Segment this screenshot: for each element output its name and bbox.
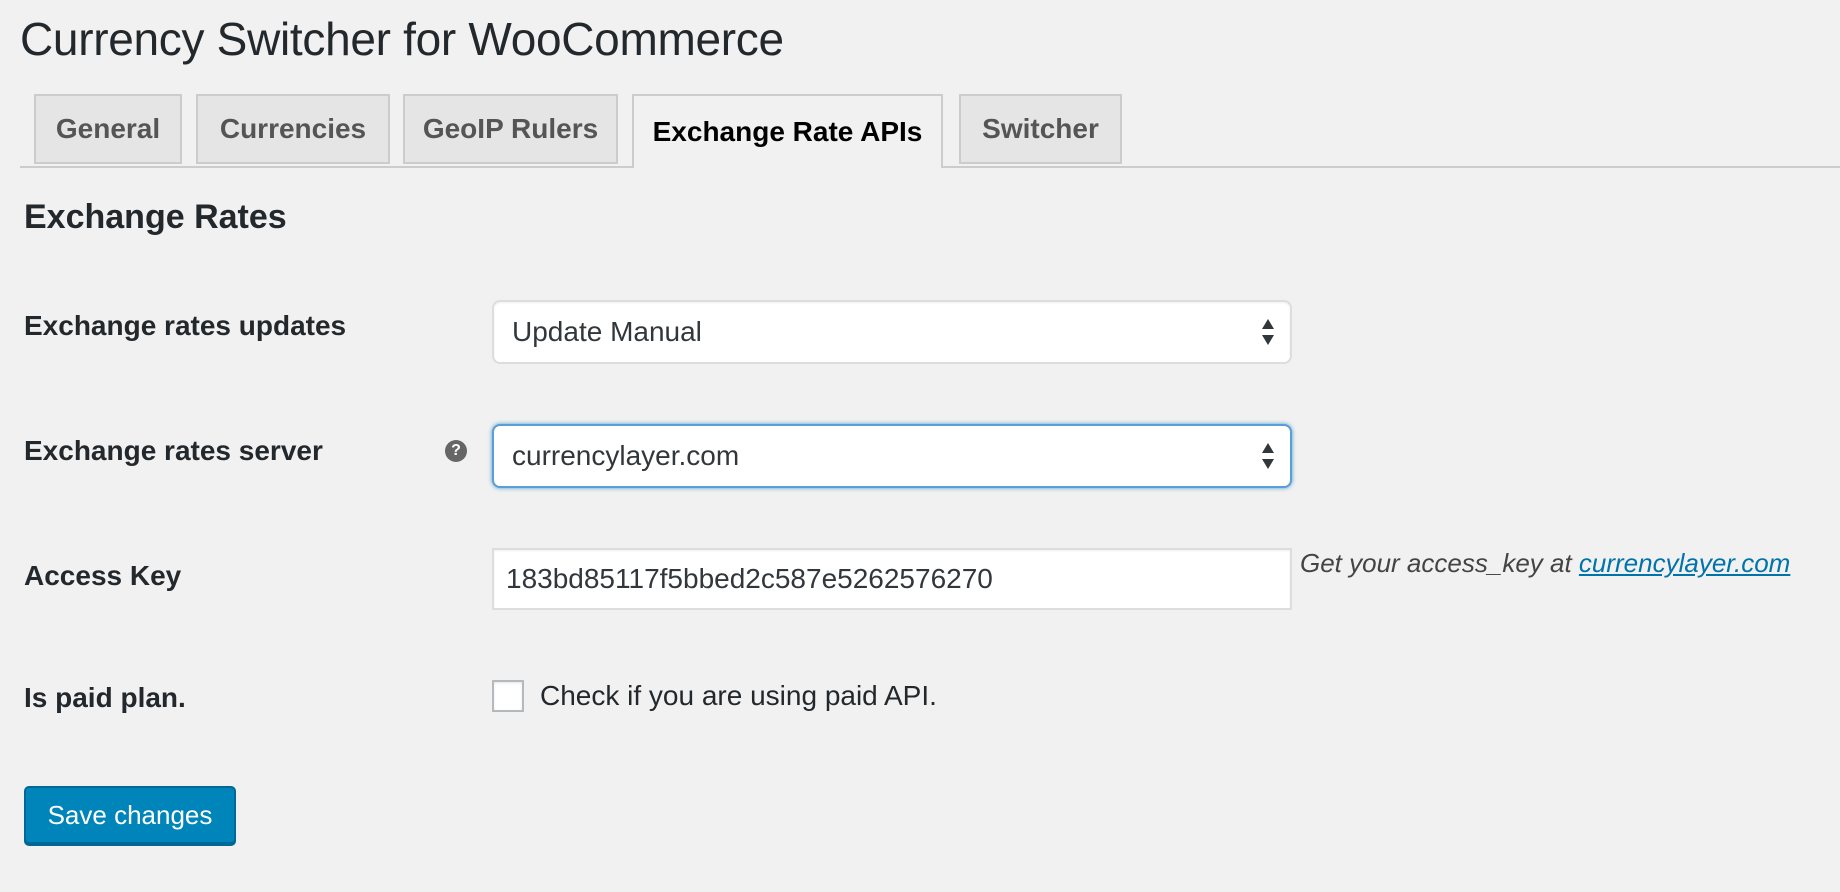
- tab-switcher[interactable]: Switcher: [959, 94, 1122, 164]
- access-key-label: Access Key: [24, 560, 182, 591]
- tab-exchange-rate-apis[interactable]: Exchange Rate APIs: [632, 94, 943, 168]
- exchange-rates-server-label: Exchange rates server: [24, 435, 323, 466]
- access-key-description: Get your access_key at currencylayer.com: [1300, 548, 1790, 579]
- paid-plan-checkbox-label[interactable]: Check if you are using paid API.: [540, 680, 937, 712]
- access-key-input[interactable]: [492, 548, 1292, 610]
- exchange-rates-updates-value: Update Manual: [512, 316, 702, 347]
- updown-arrows-icon: [1262, 443, 1274, 469]
- exchange-rates-server-select[interactable]: currencylayer.com: [492, 424, 1292, 488]
- paid-plan-checkbox[interactable]: [492, 680, 524, 712]
- exchange-rates-updates-select[interactable]: Update Manual: [492, 300, 1292, 364]
- nav-tabs: General Currencies GeoIP Rulers Exchange…: [20, 94, 1840, 168]
- tab-currencies[interactable]: Currencies: [196, 94, 390, 164]
- save-changes-button[interactable]: Save changes: [24, 786, 236, 844]
- access-key-description-text: Get your access_key at: [1300, 548, 1579, 578]
- currencylayer-link[interactable]: currencylayer.com: [1579, 548, 1790, 578]
- exchange-rates-updates-label: Exchange rates updates: [24, 310, 347, 341]
- tab-general[interactable]: General: [34, 94, 182, 164]
- updown-arrows-icon: [1262, 319, 1274, 345]
- question-circle-icon[interactable]: ?: [445, 440, 467, 462]
- paid-plan-label: Is paid plan.: [24, 682, 186, 713]
- section-title: Exchange Rates: [24, 198, 287, 236]
- page-title: Currency Switcher for WooCommerce: [20, 13, 784, 65]
- exchange-rates-server-value: currencylayer.com: [512, 440, 740, 471]
- tab-geoip-rulers[interactable]: GeoIP Rulers: [403, 94, 618, 164]
